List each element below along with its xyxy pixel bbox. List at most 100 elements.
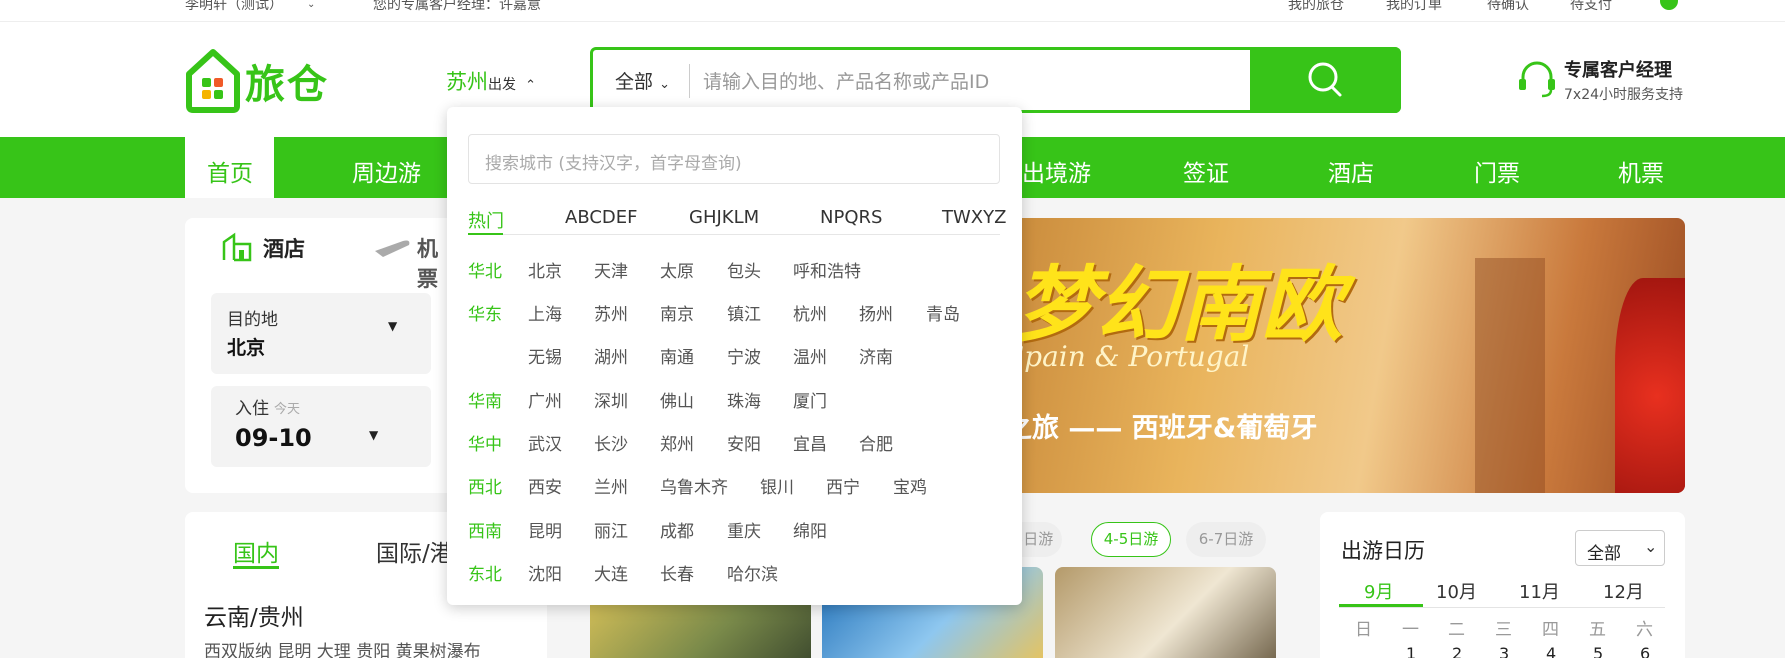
calendar-month-12[interactable]: 12月 <box>1603 578 1644 604</box>
tab-international[interactable]: 国际/港 <box>376 534 453 568</box>
city-option[interactable]: 西安 <box>528 473 562 498</box>
calendar-month-11[interactable]: 11月 <box>1519 578 1560 604</box>
calendar-day[interactable]: 2 <box>1452 644 1462 658</box>
tab-twxyz[interactable]: TWXYZ <box>942 207 1006 228</box>
calendar-day[interactable]: 6 <box>1640 644 1650 658</box>
manager-info[interactable]: 您的专属客户经理：许嘉意 <box>373 0 541 14</box>
city-option[interactable]: 南京 <box>660 300 694 325</box>
link-my-lvcang[interactable]: 我的旅仓 <box>1288 0 1344 14</box>
city-option[interactable]: 重庆 <box>727 517 761 542</box>
nav-item-home[interactable]: 首页 <box>185 137 274 198</box>
tab-hotel[interactable]: 酒店 <box>263 233 305 263</box>
city-option[interactable]: 天津 <box>594 257 628 282</box>
calendar-day[interactable]: 5 <box>1593 644 1603 658</box>
city-option[interactable]: 沈阳 <box>528 560 562 585</box>
tab-ghjklm[interactable]: GHJKLM <box>689 207 759 228</box>
calendar-day[interactable]: 4 <box>1546 644 1556 658</box>
tab-domestic[interactable]: 国内 <box>233 534 279 568</box>
city-option[interactable]: 武汉 <box>528 430 562 455</box>
city-option[interactable]: 无锡 <box>528 343 562 368</box>
city-option[interactable]: 大连 <box>594 560 628 585</box>
city-option[interactable]: 太原 <box>660 257 694 282</box>
calendar-month-9[interactable]: 9月 <box>1364 578 1393 604</box>
tab-underline <box>233 566 279 569</box>
tab-npqrs[interactable]: NPQRS <box>820 207 882 228</box>
city-option[interactable]: 合肥 <box>859 430 893 455</box>
duration-tab-medium[interactable]: 4-5日游 <box>1091 522 1171 557</box>
calendar-day[interactable]: 1 <box>1406 644 1416 658</box>
destination-field[interactable]: 目的地 北京 ▼ <box>211 293 431 374</box>
checkin-label: 入住 <box>235 399 269 419</box>
calendar-month-10[interactable]: 10月 <box>1436 578 1477 604</box>
region-places[interactable]: 西双版纳 昆明 大理 贵阳 黄果树瀑布 <box>204 637 481 658</box>
city-option[interactable]: 宁波 <box>727 343 761 368</box>
region-label: 东北 <box>468 565 502 585</box>
search-button[interactable] <box>1250 47 1401 113</box>
chevron-down-icon: ⌄ <box>1644 537 1658 556</box>
region-title[interactable]: 云南/贵州 <box>204 598 304 632</box>
city-option[interactable]: 镇江 <box>727 300 761 325</box>
product-image[interactable] <box>1055 567 1276 658</box>
duration-tab-long[interactable]: 6-7日游 <box>1186 522 1266 557</box>
search-scope-select[interactable]: 全部 ⌄ <box>615 67 670 94</box>
account-manager[interactable]: 专属客户经理 7x24小时服务支持 <box>1516 50 1716 110</box>
nav-item-flights[interactable]: 机票 <box>1618 154 1664 188</box>
city-option[interactable]: 银川 <box>760 473 794 498</box>
city-option[interactable]: 宝鸡 <box>893 473 927 498</box>
nav-item-nearby[interactable]: 周边游 <box>352 154 421 188</box>
promo-banner[interactable]: 梦幻南欧 Spain & Portugal 之旅 —— 西班牙&葡萄牙 <box>1005 218 1685 493</box>
city-option[interactable]: 宜昌 <box>793 430 827 455</box>
douyin-icon[interactable] <box>1660 0 1678 10</box>
logo-text: 旅仓 <box>245 62 329 108</box>
city-option[interactable]: 丽江 <box>594 517 628 542</box>
link-my-orders[interactable]: 我的订单 <box>1386 0 1442 14</box>
city-option[interactable]: 杭州 <box>793 300 827 325</box>
city-option[interactable]: 西宁 <box>826 473 860 498</box>
city-option[interactable]: 扬州 <box>859 300 893 325</box>
nav-item-outbound[interactable]: 出境游 <box>1022 154 1091 188</box>
city-search-input[interactable]: 搜索城市 (支持汉字，首字母查询) <box>468 134 1000 184</box>
city-option[interactable]: 珠海 <box>727 387 761 412</box>
city-option[interactable]: 哈尔滨 <box>727 560 778 585</box>
city-option[interactable]: 北京 <box>528 257 562 282</box>
tab-abcdef[interactable]: ABCDEF <box>565 207 638 228</box>
city-option[interactable]: 南通 <box>660 343 694 368</box>
tab-hot[interactable]: 热门 <box>468 207 504 233</box>
city-option[interactable]: 兰州 <box>594 473 628 498</box>
city-option[interactable]: 昆明 <box>528 517 562 542</box>
nav-item-visa[interactable]: 签证 <box>1183 154 1229 188</box>
city-option[interactable]: 佛山 <box>660 387 694 412</box>
city-option[interactable]: 郑州 <box>660 430 694 455</box>
city-option[interactable]: 绵阳 <box>793 517 827 542</box>
link-to-confirm[interactable]: 待确认 <box>1487 0 1529 14</box>
city-option[interactable]: 苏州 <box>594 300 628 325</box>
city-option[interactable]: 湖州 <box>594 343 628 368</box>
city-option[interactable]: 长春 <box>660 560 694 585</box>
city-option[interactable]: 上海 <box>528 300 562 325</box>
city-option[interactable]: 深圳 <box>594 387 628 412</box>
caret-down-icon: ▼ <box>369 428 379 442</box>
nav-item-hotel[interactable]: 酒店 <box>1328 154 1374 188</box>
city-option[interactable]: 呼和浩特 <box>793 257 861 282</box>
departure-city-selector[interactable]: 苏州出发 ⌃ <box>446 66 536 96</box>
city-option[interactable]: 厦门 <box>793 387 827 412</box>
logo[interactable]: 旅仓 <box>185 48 335 114</box>
city-option[interactable]: 温州 <box>793 343 827 368</box>
city-option[interactable]: 广州 <box>528 387 562 412</box>
calendar-filter-select[interactable]: 全部 ⌄ <box>1575 530 1665 566</box>
city-option[interactable]: 乌鲁木齐 <box>660 473 728 498</box>
search-input[interactable]: 请输入目的地、产品名称或产品ID <box>703 67 989 94</box>
calendar-day[interactable]: 3 <box>1499 644 1509 658</box>
city-option[interactable]: 安阳 <box>727 430 761 455</box>
city-option[interactable]: 成都 <box>660 517 694 542</box>
city-option[interactable]: 济南 <box>859 343 893 368</box>
city-option[interactable]: 包头 <box>727 257 761 282</box>
nav-item-tickets[interactable]: 门票 <box>1474 154 1520 188</box>
checkin-field[interactable]: 入住 今天 09-10 ▼ <box>211 386 431 467</box>
tab-underline <box>468 233 503 235</box>
link-to-pay[interactable]: 待支付 <box>1570 0 1612 14</box>
region-label: 华中 <box>468 435 502 455</box>
city-option[interactable]: 青岛 <box>926 300 960 325</box>
city-option[interactable]: 长沙 <box>594 430 628 455</box>
user-name[interactable]: 李明轩（测试） <box>185 0 283 14</box>
